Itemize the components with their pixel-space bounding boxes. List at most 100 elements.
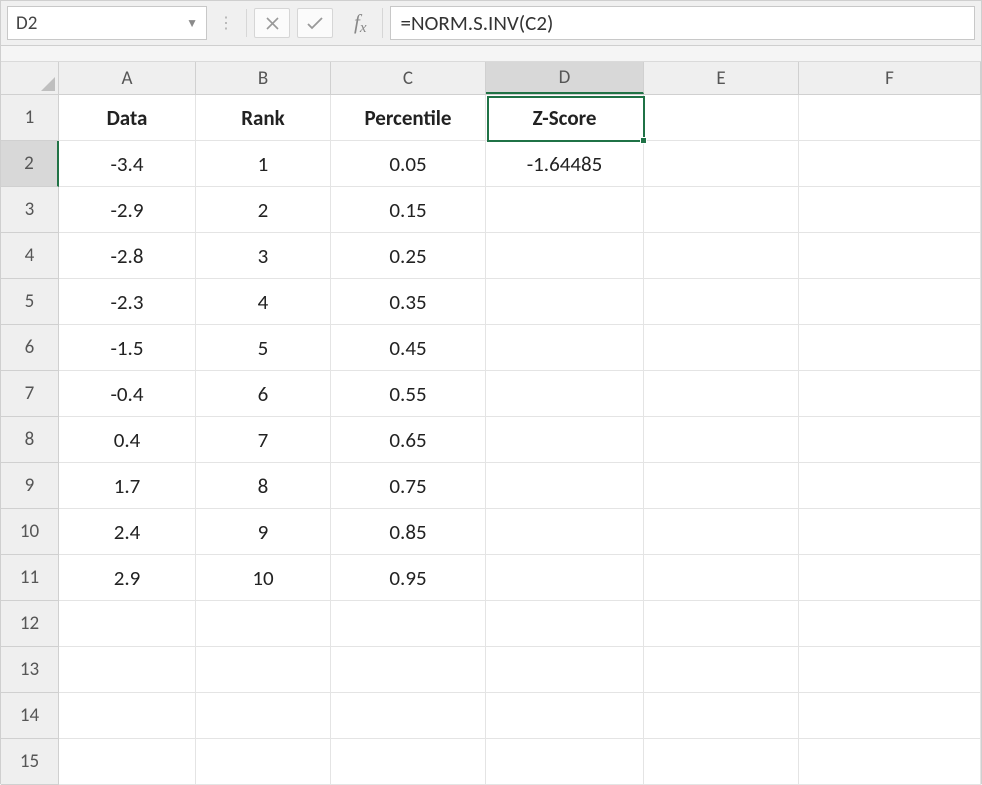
cell-E7[interactable] [644, 371, 799, 417]
col-header-B[interactable]: B [196, 62, 331, 94]
formula-input[interactable]: =NORM.S.INV(C2) [390, 6, 975, 40]
cell-D9[interactable] [486, 463, 644, 509]
cell-E10[interactable] [644, 509, 799, 555]
cell-E6[interactable] [644, 325, 799, 371]
cell-A3[interactable]: -2.9 [59, 187, 196, 233]
cell-B15[interactable] [196, 739, 331, 785]
row-header-8[interactable]: 8 [1, 417, 59, 463]
cell-A2[interactable]: -3.4 [59, 141, 196, 187]
cell-D2[interactable]: -1.64485 [486, 141, 644, 187]
cell-D3[interactable] [486, 187, 644, 233]
row-header-4[interactable]: 4 [1, 233, 59, 279]
cell-C3[interactable]: 0.15 [331, 187, 486, 233]
cell-C13[interactable] [331, 647, 486, 693]
cell-B9[interactable]: 8 [196, 463, 331, 509]
cell-B13[interactable] [196, 647, 331, 693]
cell-F13[interactable] [799, 647, 981, 693]
cancel-icon[interactable] [254, 8, 290, 38]
cell-F3[interactable] [799, 187, 981, 233]
cell-C2[interactable]: 0.05 [331, 141, 486, 187]
chevron-down-icon[interactable]: ▼ [186, 16, 198, 31]
row-header-12[interactable]: 12 [1, 601, 59, 647]
cell-F6[interactable] [799, 325, 981, 371]
cell-C11[interactable]: 0.95 [331, 555, 486, 601]
cell-A7[interactable]: -0.4 [59, 371, 196, 417]
cell-A4[interactable]: -2.8 [59, 233, 196, 279]
cell-E8[interactable] [644, 417, 799, 463]
cell-C14[interactable] [331, 693, 486, 739]
cell-F10[interactable] [799, 509, 981, 555]
cell-A1[interactable]: Data [59, 95, 196, 141]
row-header-15[interactable]: 15 [1, 739, 59, 785]
col-header-E[interactable]: E [644, 62, 799, 94]
cell-C15[interactable] [331, 739, 486, 785]
cell-D4[interactable] [486, 233, 644, 279]
cell-B5[interactable]: 4 [196, 279, 331, 325]
cell-B11[interactable]: 10 [196, 555, 331, 601]
cell-D15[interactable] [486, 739, 644, 785]
cell-D6[interactable] [486, 325, 644, 371]
row-header-3[interactable]: 3 [1, 187, 59, 233]
enter-icon[interactable] [297, 8, 333, 38]
cell-A10[interactable]: 2.4 [59, 509, 196, 555]
cell-D1[interactable]: Z-Score [486, 95, 644, 141]
cell-D5[interactable] [486, 279, 644, 325]
cell-B6[interactable]: 5 [196, 325, 331, 371]
cell-C12[interactable] [331, 601, 486, 647]
cell-F15[interactable] [799, 739, 981, 785]
row-header-13[interactable]: 13 [1, 647, 59, 693]
cell-E12[interactable] [644, 601, 799, 647]
cell-A8[interactable]: 0.4 [59, 417, 196, 463]
cell-A15[interactable] [59, 739, 196, 785]
cell-F7[interactable] [799, 371, 981, 417]
fx-icon[interactable]: fx [340, 10, 375, 37]
cell-A12[interactable] [59, 601, 196, 647]
cell-A9[interactable]: 1.7 [59, 463, 196, 509]
cell-F12[interactable] [799, 601, 981, 647]
cell-C7[interactable]: 0.55 [331, 371, 486, 417]
cell-D11[interactable] [486, 555, 644, 601]
cell-F8[interactable] [799, 417, 981, 463]
cell-F11[interactable] [799, 555, 981, 601]
cell-C1[interactable]: Percentile [331, 95, 486, 141]
row-header-11[interactable]: 11 [1, 555, 59, 601]
cell-F5[interactable] [799, 279, 981, 325]
cell-F9[interactable] [799, 463, 981, 509]
name-box[interactable]: D2 ▼ [7, 6, 207, 40]
cell-A5[interactable]: -2.3 [59, 279, 196, 325]
cell-A6[interactable]: -1.5 [59, 325, 196, 371]
cell-C10[interactable]: 0.85 [331, 509, 486, 555]
cell-E5[interactable] [644, 279, 799, 325]
cell-D7[interactable] [486, 371, 644, 417]
cell-E11[interactable] [644, 555, 799, 601]
row-header-10[interactable]: 10 [1, 509, 59, 555]
col-header-F[interactable]: F [799, 62, 981, 94]
cell-A13[interactable] [59, 647, 196, 693]
row-header-2[interactable]: 2 [1, 141, 59, 187]
cell-E4[interactable] [644, 233, 799, 279]
cell-D14[interactable] [486, 693, 644, 739]
cell-C5[interactable]: 0.35 [331, 279, 486, 325]
col-header-C[interactable]: C [331, 62, 486, 94]
row-header-14[interactable]: 14 [1, 693, 59, 739]
cell-E13[interactable] [644, 647, 799, 693]
select-all-corner[interactable] [1, 62, 59, 94]
cell-A14[interactable] [59, 693, 196, 739]
cell-B12[interactable] [196, 601, 331, 647]
col-header-D[interactable]: D [486, 62, 644, 94]
cell-F14[interactable] [799, 693, 981, 739]
cell-F4[interactable] [799, 233, 981, 279]
row-header-1[interactable]: 1 [1, 95, 59, 141]
cell-E3[interactable] [644, 187, 799, 233]
cell-B2[interactable]: 1 [196, 141, 331, 187]
cell-E2[interactable] [644, 141, 799, 187]
cell-B7[interactable]: 6 [196, 371, 331, 417]
cell-F1[interactable] [799, 95, 981, 141]
row-header-9[interactable]: 9 [1, 463, 59, 509]
cell-C9[interactable]: 0.75 [331, 463, 486, 509]
col-header-A[interactable]: A [59, 62, 196, 94]
cell-B8[interactable]: 7 [196, 417, 331, 463]
row-header-5[interactable]: 5 [1, 279, 59, 325]
cell-D8[interactable] [486, 417, 644, 463]
cell-A11[interactable]: 2.9 [59, 555, 196, 601]
